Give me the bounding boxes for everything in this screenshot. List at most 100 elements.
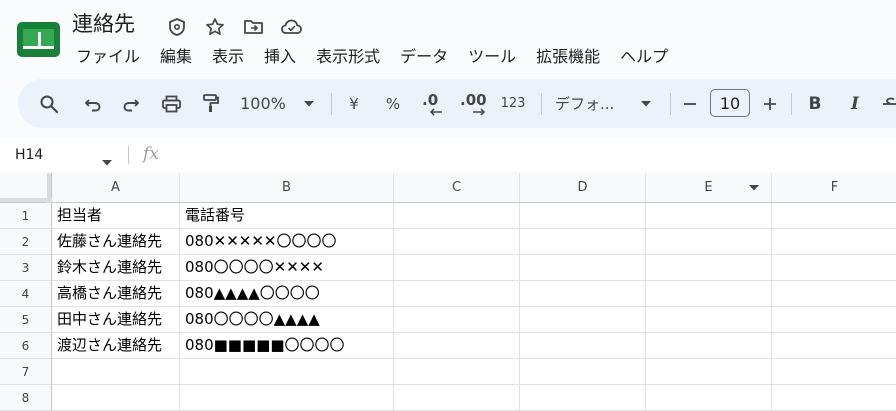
strikethrough-icon[interactable] [880, 79, 896, 128]
column-header-c[interactable]: C [394, 173, 520, 203]
cell-c5[interactable] [394, 307, 520, 333]
cell-e3[interactable] [646, 255, 772, 281]
cell-d7[interactable] [520, 359, 646, 385]
cell-b3[interactable]: 080〇〇〇〇✕✕✕✕ [180, 255, 394, 281]
cell-f7[interactable] [772, 359, 896, 385]
folder-move-icon[interactable] [240, 14, 266, 40]
cell-b2[interactable]: 080✕✕✕✕✕〇〇〇〇 [180, 229, 394, 255]
zoom-dropdown-icon[interactable] [301, 79, 317, 128]
row-header-4[interactable]: 4 [0, 281, 52, 307]
cell-d4[interactable] [520, 281, 646, 307]
menu-insert[interactable]: 挿入 [254, 44, 306, 70]
cell-c2[interactable] [394, 229, 520, 255]
cell-b1[interactable]: 電話番号 [180, 203, 394, 229]
select-all-corner[interactable] [0, 173, 52, 203]
undo-icon[interactable] [80, 79, 106, 128]
search-menus-icon[interactable] [36, 79, 62, 128]
font-size-input[interactable]: 10 [710, 89, 750, 117]
italic-button[interactable]: I [844, 79, 866, 128]
cell-d1[interactable] [520, 203, 646, 229]
bold-button[interactable]: B [804, 79, 826, 128]
increase-font-size-icon[interactable] [760, 79, 780, 128]
row-header-8[interactable]: 8 [0, 385, 52, 411]
column-header-d[interactable]: D [520, 173, 646, 203]
menu-help[interactable]: ヘルプ [610, 44, 678, 70]
cell-f5[interactable] [772, 307, 896, 333]
more-formats-button[interactable]: 123 [498, 79, 528, 128]
column-header-b[interactable]: B [180, 173, 394, 203]
move-to-drive-icon[interactable] [164, 14, 190, 40]
redo-icon[interactable] [118, 79, 144, 128]
cloud-saved-icon[interactable] [278, 14, 304, 40]
print-icon[interactable] [158, 79, 184, 128]
cell-a2[interactable]: 佐藤さん連絡先 [52, 229, 180, 255]
name-box-dropdown-icon[interactable] [102, 151, 112, 170]
font-select[interactable]: デフォ... [555, 79, 623, 128]
cell-d8[interactable] [520, 385, 646, 411]
column-header-f[interactable]: F [772, 173, 896, 203]
cell-d5[interactable] [520, 307, 646, 333]
cell-b5[interactable]: 080〇〇〇〇▲▲▲▲ [180, 307, 394, 333]
spreadsheet-grid[interactable]: A B C D E F 1 2 3 4 5 6 7 8 担当者 電話番号 佐藤さ… [0, 173, 896, 411]
cell-d6[interactable] [520, 333, 646, 359]
cell-e7[interactable] [646, 359, 772, 385]
row-header-6[interactable]: 6 [0, 333, 52, 359]
cell-b4[interactable]: 080▲▲▲▲〇〇〇〇 [180, 281, 394, 307]
column-menu-dropdown-icon[interactable] [749, 185, 759, 191]
cell-f2[interactable] [772, 229, 896, 255]
cell-c4[interactable] [394, 281, 520, 307]
cell-e1[interactable] [646, 203, 772, 229]
menu-view[interactable]: 表示 [202, 44, 254, 70]
percent-format-button[interactable]: % [382, 79, 404, 128]
row-header-7[interactable]: 7 [0, 359, 52, 385]
font-dropdown-icon[interactable] [638, 79, 654, 128]
cell-a6[interactable]: 渡辺さん連絡先 [52, 333, 180, 359]
menu-format[interactable]: 表示形式 [306, 44, 390, 70]
row-header-1[interactable]: 1 [0, 203, 52, 229]
cell-e5[interactable] [646, 307, 772, 333]
menu-extensions[interactable]: 拡張機能 [526, 44, 610, 70]
cell-a7[interactable] [52, 359, 180, 385]
zoom-select[interactable]: 100% [238, 79, 288, 128]
increase-decimal-button[interactable]: .00 [460, 79, 490, 128]
cell-c6[interactable] [394, 333, 520, 359]
cell-e6[interactable] [646, 333, 772, 359]
cell-a3[interactable]: 鈴木さん連絡先 [52, 255, 180, 281]
decrease-decimal-button[interactable]: .0 [420, 79, 446, 128]
decrease-font-size-icon[interactable] [680, 79, 700, 128]
star-icon[interactable] [202, 14, 228, 40]
cell-e8[interactable] [646, 385, 772, 411]
cell-f6[interactable] [772, 333, 896, 359]
cell-b8[interactable] [180, 385, 394, 411]
cell-a4[interactable]: 高橋さん連絡先 [52, 281, 180, 307]
column-header-a[interactable]: A [52, 173, 180, 203]
cell-f4[interactable] [772, 281, 896, 307]
row-header-3[interactable]: 3 [0, 255, 52, 281]
sheets-logo-icon[interactable] [17, 22, 60, 57]
cell-f1[interactable] [772, 203, 896, 229]
cell-c7[interactable] [394, 359, 520, 385]
currency-format-button[interactable]: ¥ [343, 79, 365, 128]
cell-c3[interactable] [394, 255, 520, 281]
cell-e2[interactable] [646, 229, 772, 255]
cell-b7[interactable] [180, 359, 394, 385]
menu-file[interactable]: ファイル [66, 44, 150, 70]
row-header-5[interactable]: 5 [0, 307, 52, 333]
cell-d2[interactable] [520, 229, 646, 255]
cell-f3[interactable] [772, 255, 896, 281]
cell-c1[interactable] [394, 203, 520, 229]
cell-a5[interactable]: 田中さん連絡先 [52, 307, 180, 333]
paint-format-icon[interactable] [198, 79, 224, 128]
column-header-e[interactable]: E [646, 173, 772, 203]
menu-edit[interactable]: 編集 [150, 44, 202, 70]
cell-e4[interactable] [646, 281, 772, 307]
cell-b6[interactable]: 080■■■■■〇〇〇〇 [180, 333, 394, 359]
cell-d3[interactable] [520, 255, 646, 281]
row-header-2[interactable]: 2 [0, 229, 52, 255]
name-box[interactable]: H14 [15, 147, 43, 163]
menu-data[interactable]: データ [390, 44, 458, 70]
cell-c8[interactable] [394, 385, 520, 411]
document-title[interactable]: 連絡先 [72, 9, 135, 39]
menu-tools[interactable]: ツール [458, 44, 526, 70]
cell-a8[interactable] [52, 385, 180, 411]
